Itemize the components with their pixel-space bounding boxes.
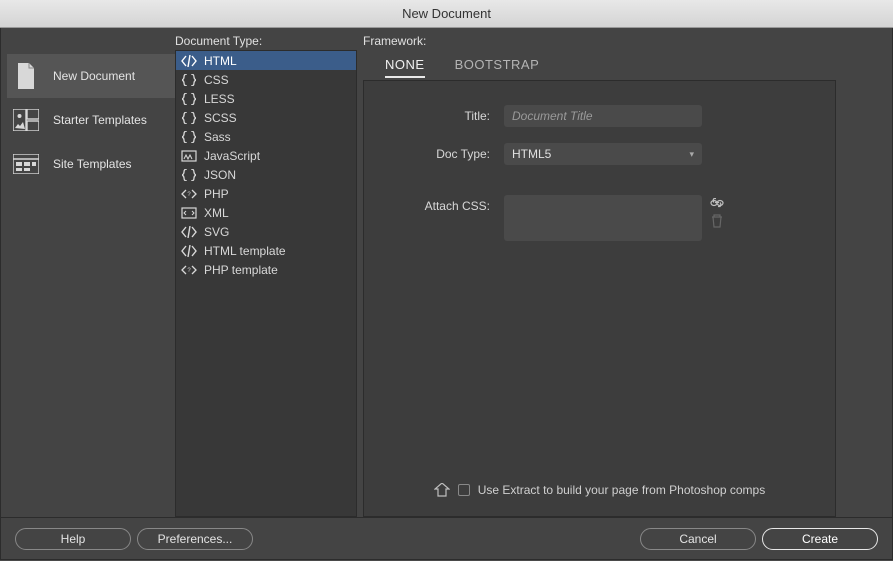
dialog-body: New Document Starter Templates Site Temp… <box>0 28 893 518</box>
doctype-item-php[interactable]: ? PHP <box>176 184 356 203</box>
doctype-item-html[interactable]: HTML <box>176 51 356 70</box>
attach-css-buttons <box>702 195 724 228</box>
doctype-select-value: HTML5 <box>512 147 551 161</box>
doctype-label: SCSS <box>204 111 237 125</box>
extract-icon <box>434 482 450 498</box>
templates-icon <box>13 107 39 133</box>
braces-icon <box>180 168 198 182</box>
js-icon <box>180 149 198 163</box>
category-label: Site Templates <box>53 157 132 171</box>
form-area: Title: Doc Type: HTML5 ▾ Attach CSS: <box>363 80 836 517</box>
extract-checkbox[interactable] <box>458 484 470 496</box>
doctype-item-html-template[interactable]: HTML template <box>176 241 356 260</box>
document-icon <box>13 63 39 89</box>
label-doctype: Doc Type: <box>364 143 504 161</box>
doctype-item-svg[interactable]: SVG <box>176 222 356 241</box>
category-starter-templates[interactable]: Starter Templates <box>7 98 175 142</box>
doctype-item-xml[interactable]: XML <box>176 203 356 222</box>
doctype-label: CSS <box>204 73 229 87</box>
tab-bootstrap[interactable]: BOOTSTRAP <box>455 57 540 78</box>
window-title: New Document <box>402 6 491 21</box>
framework-heading: Framework: <box>363 28 892 50</box>
create-button[interactable]: Create <box>762 528 878 550</box>
doctype-item-sass[interactable]: Sass <box>176 127 356 146</box>
code-icon <box>180 244 198 258</box>
doctype-label: Sass <box>204 130 231 144</box>
doctype-list[interactable]: HTML CSS LESS SCSS Sass JavaScript <box>175 50 357 517</box>
label-title: Title: <box>364 105 504 123</box>
category-new-document[interactable]: New Document <box>7 54 175 98</box>
doctype-label: JavaScript <box>204 149 260 163</box>
xml-icon <box>180 206 198 220</box>
php-icon: ? <box>180 263 198 277</box>
braces-icon <box>180 130 198 144</box>
right-panel: Framework: NONE BOOTSTRAP Title: Doc Typ… <box>357 28 892 517</box>
window-titlebar: New Document <box>0 0 893 28</box>
php-icon: ? <box>180 187 198 201</box>
doctype-select[interactable]: HTML5 ▾ <box>504 143 702 165</box>
cancel-button[interactable]: Cancel <box>640 528 756 550</box>
site-icon <box>13 151 39 177</box>
row-title: Title: <box>364 105 835 127</box>
svg-text:?: ? <box>187 192 191 198</box>
preferences-button[interactable]: Preferences... <box>137 528 253 550</box>
attach-css-list[interactable] <box>504 195 702 241</box>
svg-text:?: ? <box>187 268 191 274</box>
row-doctype: Doc Type: HTML5 ▾ <box>364 143 835 165</box>
doctype-item-json[interactable]: JSON <box>176 165 356 184</box>
tab-none[interactable]: NONE <box>385 57 425 78</box>
doctype-label: HTML <box>204 54 237 68</box>
doctype-label: PHP template <box>204 263 278 277</box>
code-icon <box>180 54 198 68</box>
category-sidebar: New Document Starter Templates Site Temp… <box>1 28 175 517</box>
doctype-label: HTML template <box>204 244 286 258</box>
help-button[interactable]: Help <box>15 528 131 550</box>
doctype-item-javascript[interactable]: JavaScript <box>176 146 356 165</box>
row-attach-css: Attach CSS: <box>364 195 835 241</box>
doctype-item-scss[interactable]: SCSS <box>176 108 356 127</box>
braces-icon <box>180 92 198 106</box>
link-css-icon[interactable] <box>710 196 724 210</box>
doctype-label: PHP <box>204 187 229 201</box>
chevron-down-icon: ▾ <box>689 149 694 160</box>
doctype-item-less[interactable]: LESS <box>176 89 356 108</box>
doctype-label: XML <box>204 206 229 220</box>
doctype-label: JSON <box>204 168 236 182</box>
code-icon <box>180 225 198 239</box>
extract-row: Use Extract to build your page from Phot… <box>364 482 835 498</box>
category-site-templates[interactable]: Site Templates <box>7 142 175 186</box>
doctype-label: LESS <box>204 92 235 106</box>
doctype-heading: Document Type: <box>175 28 357 50</box>
category-label: New Document <box>53 69 135 83</box>
extract-label: Use Extract to build your page from Phot… <box>478 483 765 497</box>
category-label: Starter Templates <box>53 113 147 127</box>
doctype-item-php-template[interactable]: ? PHP template <box>176 260 356 279</box>
doctype-panel: Document Type: HTML CSS LESS SCSS Sass <box>175 28 357 517</box>
framework-tabs: NONE BOOTSTRAP <box>363 50 892 80</box>
trash-icon <box>710 214 724 228</box>
doctype-item-css[interactable]: CSS <box>176 70 356 89</box>
braces-icon <box>180 73 198 87</box>
doctype-label: SVG <box>204 225 229 239</box>
braces-icon <box>180 111 198 125</box>
dialog-footer: Help Preferences... Cancel Create <box>0 518 893 560</box>
label-attach-css: Attach CSS: <box>364 195 504 213</box>
title-input[interactable] <box>504 105 702 127</box>
